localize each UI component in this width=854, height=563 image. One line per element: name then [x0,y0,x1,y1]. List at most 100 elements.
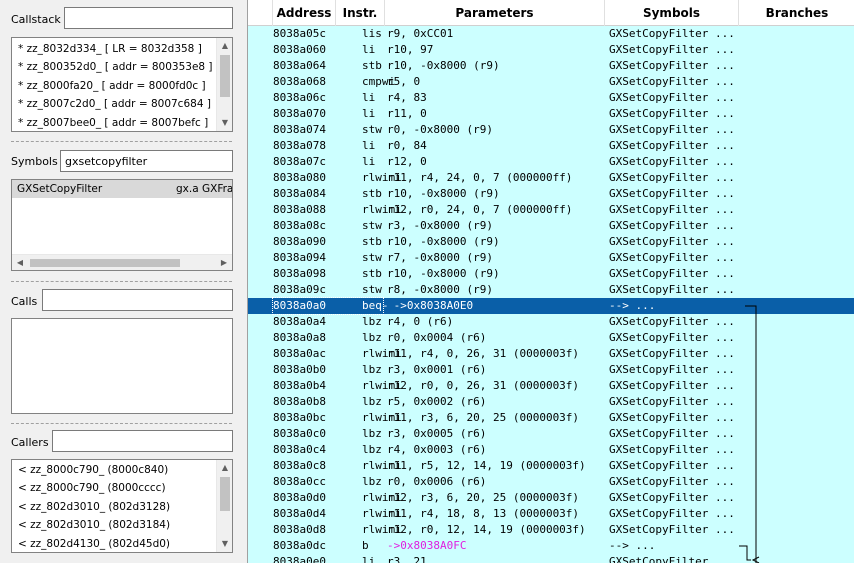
calls-list[interactable] [11,318,233,414]
parameters-cell: r7, -0x8000 (r9) [387,251,493,264]
symbol-cell: GXSetCopyFilter ... [609,27,735,40]
parameters-cell: r10, -0x8000 (r9) [387,235,500,248]
callstack-item[interactable]: * zz_800352d0_ [ addr = 800353e8 ] [12,58,232,76]
branch-arrow-beq [745,305,757,563]
caller-item[interactable]: < zz_8000c790_ (8000c840) [12,461,232,479]
disassembly-view[interactable]: Address Instr. Parameters Symbols Branch… [247,0,854,563]
branch-arrows [739,305,760,563]
scroll-up-icon[interactable]: ▲ [217,39,232,53]
scroll-thumb[interactable] [30,259,180,267]
symbol-cell: GXSetCopyFilter ... [609,267,735,280]
caller-item[interactable]: < zz_8000c790_ (8000cccc) [12,479,232,497]
parameters-cell: r4, 0x0003 (r6) [387,443,487,456]
parameters-cell: r11, r5, 12, 14, 19 (0000003f) [387,459,586,472]
caller-item[interactable]: < zz_802d3010_ (802d3128) [12,498,232,516]
list-item[interactable]: GXSetCopyFilter gx.a GXFra [12,180,232,198]
symbol-cell: GXSetCopyFilter ... [609,379,735,392]
symbols-list[interactable]: GXSetCopyFilter gx.a GXFra ◀ ▶ [11,179,233,271]
symbol-cell: GXSetCopyFilter ... [609,91,735,104]
scroll-down-icon[interactable]: ▼ [217,116,232,130]
symbol-cell: GXSetCopyFilter ... [609,363,735,376]
callers-list[interactable]: < zz_8000c790_ (8000c840) < zz_8000c790_ … [11,459,233,553]
caller-item[interactable]: < zz_802d4130_ (802d45d0) [12,535,232,552]
symbol-cell: GXSetCopyFilter ... [609,251,735,264]
symbol-cell: GXSetCopyFilter ... [609,155,735,168]
scroll-left-icon[interactable]: ◀ [13,255,27,270]
symbol-file: gx.a GXFra [176,183,233,195]
callstack-item[interactable]: * zz_8032d334_ [ LR = 8032d358 ] [12,40,232,58]
symbol-cell: GXSetCopyFilter ... [609,187,735,200]
parameters-cell: r11, 0 [387,107,427,120]
symbol-cell: GXSetCopyFilter ... [609,491,735,504]
caller-item[interactable]: < zz_802d3010_ (802d3184) [12,516,232,534]
symbol-cell: GXSetCopyFilter ... [609,523,735,536]
callstack-search-input[interactable] [64,7,233,29]
calls-search-input[interactable] [42,289,233,311]
parameters-cell: r0, 84 [387,139,427,152]
column-header-parameters[interactable]: Parameters [385,0,605,26]
parameters-cell: ->0x8038A0E0 [387,299,474,312]
symbol-cell: GXSetCopyFilter ... [609,347,735,360]
symbol-cell: GXSetCopyFilter ... [609,395,735,408]
callstack-label: Callstack [11,13,61,26]
scroll-thumb[interactable] [220,477,230,511]
parameters-cell: r10, -0x8000 (r9) [387,267,500,280]
left-panel: Callstack * zz_8032d334_ [ LR = 8032d358… [0,0,240,563]
header-blank [248,0,273,26]
parameters-cell: r12, 0 [387,155,427,168]
symbol-cell: GXSetCopyFilter ... [609,43,735,56]
parameters-cell: r10, 97 [387,43,434,56]
column-header-symbols[interactable]: Symbols [605,0,739,26]
parameters-cell: r11, r4, 24, 0, 7 (000000ff) [387,171,573,184]
symbol-cell: GXSetCopyFilter ... [609,459,735,472]
symbol-cell: GXSetCopyFilter ... [609,107,735,120]
symbol-cell: GXSetCopyFilter ... [609,555,735,563]
symbol-cell: GXSetCopyFilter ... [609,59,735,72]
callers-vscrollbar[interactable]: ▲ ▼ [216,460,232,552]
symbol-cell: GXSetCopyFilter ... [609,283,735,296]
callstack-list[interactable]: * zz_8032d334_ [ LR = 8032d358 ] * zz_800… [11,37,233,132]
branch-arrow-b [739,545,751,561]
parameters-cell: r0, 0x0006 (r6) [387,475,487,488]
parameters-cell: r11, r4, 0, 26, 31 (0000003f) [387,347,580,360]
divider [11,281,232,282]
symbol-cell: GXSetCopyFilter ... [609,331,735,344]
column-header-instr[interactable]: Instr. [336,0,385,26]
symbol-cell: GXSetCopyFilter ... [609,427,735,440]
symbol-cell: --> ... [609,539,656,552]
parameters-cell: r3, 21 [387,555,427,563]
parameters-cell: r9, 0xCC01 [387,27,454,40]
callstack-item[interactable]: * zz_8007bee0_ [ addr = 8007befc ] [12,114,232,131]
parameters-cell: r10, -0x8000 (r9) [387,59,500,72]
symbol-cell: GXSetCopyFilter ... [609,443,735,456]
symbols-hscrollbar[interactable]: ◀ ▶ [12,254,232,270]
parameters-cell: r12, r0, 24, 0, 7 (000000ff) [387,203,573,216]
symbol-cell: --> ... [609,299,656,312]
callstack-vscrollbar[interactable]: ▲ ▼ [216,38,232,131]
parameters-cell: r8, -0x8000 (r9) [387,283,493,296]
symbol-cell: GXSetCopyFilter ... [609,123,735,136]
parameters-cell: r4, 83 [387,91,427,104]
scroll-down-icon[interactable]: ▼ [217,537,232,551]
symbol-cell: GXSetCopyFilter ... [609,203,735,216]
parameters-cell: r12, r3, 6, 20, 25 (0000003f) [387,491,580,504]
scroll-thumb[interactable] [220,55,230,97]
symbol-cell: GXSetCopyFilter ... [609,75,735,88]
column-header-address[interactable]: Address [273,0,336,26]
callers-search-input[interactable] [52,430,233,452]
parameters-cell: r3, 0x0001 (r6) [387,363,487,376]
symbols-search-input[interactable] [60,150,233,172]
divider [11,141,232,142]
callstack-item[interactable]: * zz_8007c2d0_ [ addr = 8007c684 ] [12,95,232,113]
callers-label: Callers [11,436,49,449]
scroll-right-icon[interactable]: ▶ [217,255,231,270]
symbols-label: Symbols [11,155,58,168]
parameters-cell: r12, r0, 12, 14, 19 (0000003f) [387,523,586,536]
parameters-cell: r11, r4, 18, 8, 13 (0000003f) [387,507,580,520]
calls-label: Calls [11,295,38,308]
parameters-cell: r3, -0x8000 (r9) [387,219,493,232]
parameters-cell: r4, 0 (r6) [387,315,454,328]
scroll-up-icon[interactable]: ▲ [217,461,232,475]
parameters-cell: r5, 0x0002 (r6) [387,395,487,408]
callstack-item[interactable]: * zz_8000fa20_ [ addr = 8000fd0c ] [12,77,232,95]
